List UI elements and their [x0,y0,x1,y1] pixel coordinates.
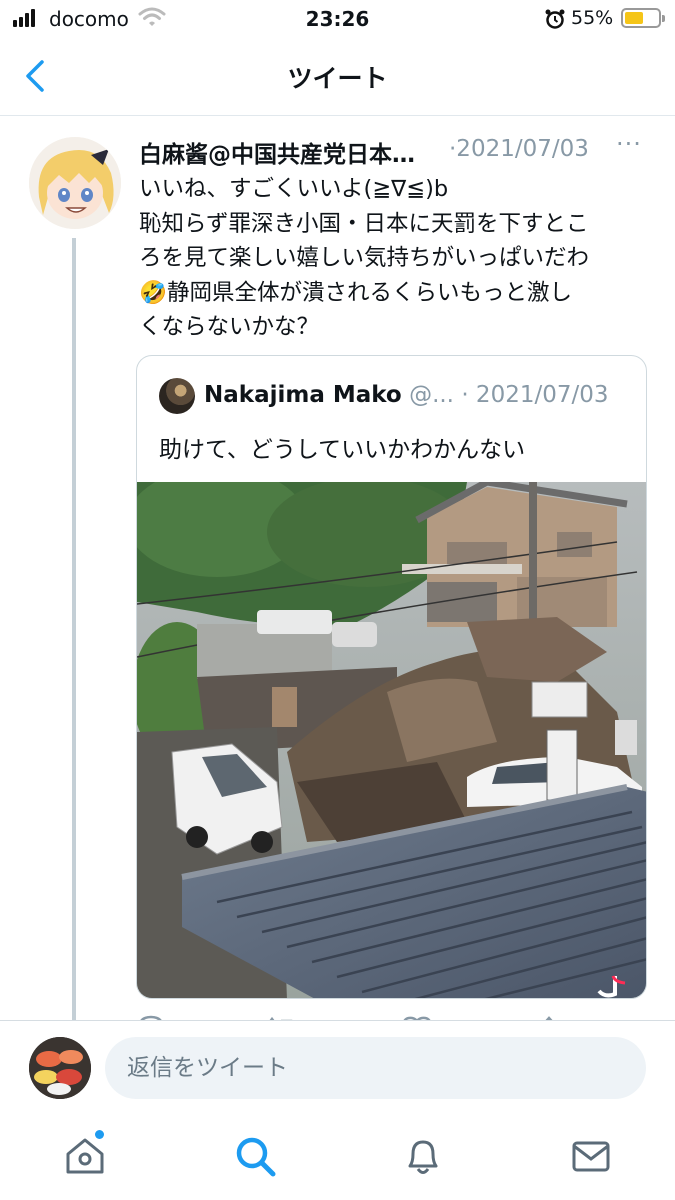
tab-notifications[interactable] [401,1134,445,1178]
tab-search[interactable] [233,1134,277,1178]
reply-bar [0,1020,675,1116]
tweet-line: いいね、すごくいいよ(≧∇≦)b [139,176,449,202]
tweet-date[interactable]: ·2021/07/03 [449,136,589,162]
quoted-tweet-card[interactable]: Nakajima Mako @... · 2021/07/03 助けて、どうして… [136,355,647,999]
battery-level-fill [625,12,643,24]
quoted-tweet-text: 助けて、どうしていいかわかんない [159,437,526,463]
thread-connector-line [72,238,76,1028]
bell-icon [408,1140,438,1174]
navigation-bar: ツイート [0,38,675,116]
bottom-tab-bar [0,1116,675,1200]
tweet-line: ろを見て楽しい嬉しい気持ちがいっぱいだわ [139,245,590,271]
more-options-icon[interactable]: ··· [616,130,642,158]
quoted-display-name: Nakajima Mako [204,382,402,408]
battery-icon [621,8,665,28]
quoted-author-avatar [159,378,195,414]
home-icon [66,1138,104,1174]
reply-input[interactable] [105,1037,646,1099]
current-user-avatar[interactable] [29,1037,91,1099]
quoted-handle: @... [409,382,454,408]
tab-home[interactable] [63,1134,107,1178]
tweet-line: くならないかな？ [139,314,320,340]
tweet-line: 🤣静岡県全体が潰されるくらいもっと激し [139,279,573,306]
landslide-scene-image [137,467,646,998]
mail-icon [572,1141,610,1172]
anime-girl-avatar-image [29,137,121,229]
quoted-tweet-header: Nakajima Mako @... · 2021/07/03 [204,382,609,408]
author-display-name[interactable]: 白麻酱@中国共産党日本… [139,135,415,169]
battery-percentage: 55% [571,7,614,29]
tweet-body: いいね、すごくいいよ(≧∇≦)b 恥知らず罪深き小国・日本に天罰を下すとこ ろを… [139,172,651,345]
tweet-header: 白麻酱@中国共産党日本… ·2021/07/03 ··· [139,130,649,169]
page-title: ツイート [287,64,388,93]
tweet-line: 恥知らず罪深き小国・日本に天罰を下すとこ [139,210,589,237]
author-avatar[interactable] [29,137,121,229]
tab-messages[interactable] [569,1134,613,1178]
search-icon [236,1137,276,1177]
home-notification-badge [95,1130,104,1139]
sushi-avatar-image [29,1037,91,1099]
quoted-video-thumbnail[interactable] [137,467,646,998]
status-bar: docomo 23:26 55% [0,0,675,38]
alarm-icon [544,8,566,34]
quoted-date: · 2021/07/03 [461,382,609,408]
